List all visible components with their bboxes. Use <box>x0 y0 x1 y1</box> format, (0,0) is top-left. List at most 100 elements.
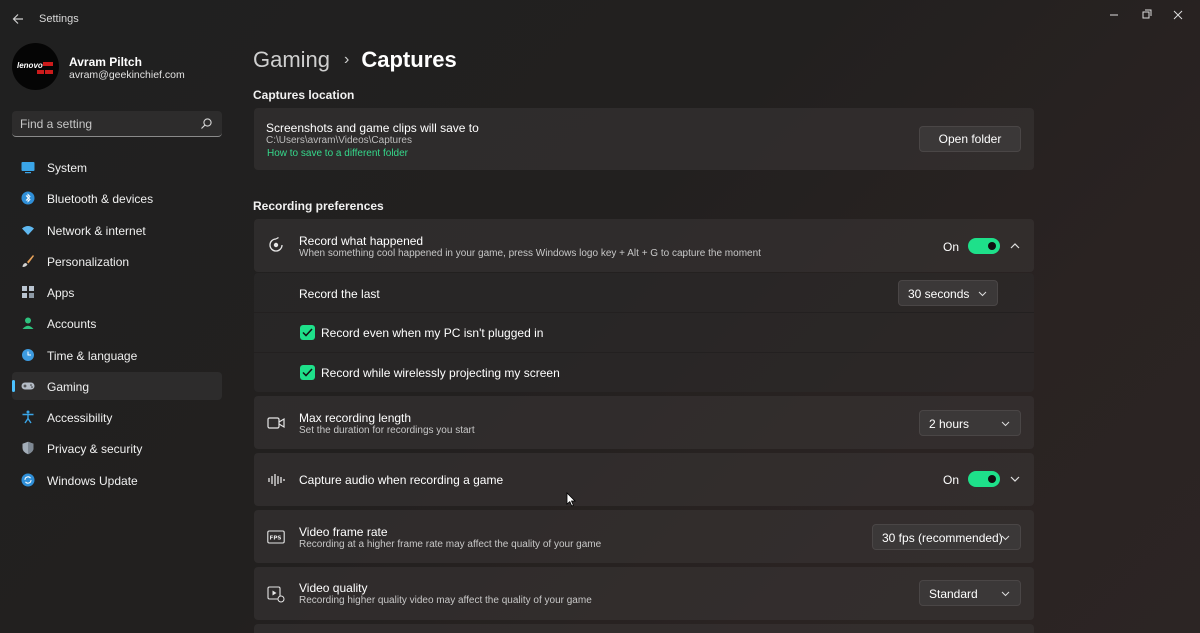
chevron-down-icon <box>1001 591 1010 597</box>
next-setting-row <box>254 624 1034 633</box>
sidebar-item-bluetooth[interactable]: Bluetooth & devices <box>12 184 222 212</box>
record-icon <box>269 236 283 252</box>
toggle-state-label: On <box>943 240 960 254</box>
shield-icon <box>22 442 34 455</box>
breadcrumb: Gaming › Captures <box>253 44 457 76</box>
fps-icon: FPS <box>267 530 285 544</box>
sidebar-item-label: Accessibility <box>47 411 113 426</box>
video-quality-value: Standard <box>929 587 978 601</box>
record-what-happened-row[interactable]: Record what happened When something cool… <box>254 219 1034 272</box>
chevron-down-icon <box>1001 421 1010 427</box>
video-quality-dropdown[interactable]: Standard <box>919 580 1021 606</box>
chevron-down-icon[interactable] <box>1008 472 1022 486</box>
breadcrumb-parent[interactable]: Gaming <box>253 47 330 73</box>
monitor-icon <box>21 162 35 174</box>
sidebar-item-privacy-security[interactable]: Privacy & security <box>12 434 222 462</box>
minimize-button[interactable] <box>1100 4 1128 26</box>
captures-location-heading: Captures location <box>253 88 355 102</box>
change-folder-link[interactable]: How to save to a different folder <box>267 148 408 159</box>
maximize-button[interactable] <box>1132 4 1160 26</box>
svg-text:lenovo: lenovo <box>17 61 43 70</box>
sidebar-item-personalization[interactable]: Personalization <box>12 247 222 275</box>
video-quality-desc: Recording higher quality video may affec… <box>299 595 592 606</box>
chevron-up-icon[interactable] <box>1008 239 1022 253</box>
toggle-state-label: On <box>943 473 960 487</box>
mouse-cursor-icon <box>566 492 576 507</box>
minimize-icon <box>1110 14 1118 16</box>
capture-audio-row[interactable]: Capture audio when recording a game On <box>254 453 1034 506</box>
record-the-last-value: 30 seconds <box>908 287 970 301</box>
divider <box>254 312 1034 313</box>
sidebar-item-time-language[interactable]: Time & language <box>12 341 222 369</box>
record-the-last-dropdown[interactable]: 30 seconds <box>898 280 998 306</box>
video-frame-rate-dropdown[interactable]: 30 fps (recommended) <box>872 524 1021 550</box>
close-button[interactable] <box>1164 4 1192 26</box>
checkmark-icon <box>302 368 313 377</box>
record-projecting-label: Record while wirelessly projecting my sc… <box>321 366 560 380</box>
recording-preferences-heading: Recording preferences <box>253 199 384 213</box>
lenovo-logo: lenovo <box>17 61 53 74</box>
record-unplugged-label: Record even when my PC isn't plugged in <box>321 326 544 340</box>
sidebar-item-system[interactable]: System <box>12 153 222 181</box>
accessibility-icon <box>22 410 34 424</box>
checkmark-icon <box>302 328 313 337</box>
sidebar-item-label: Windows Update <box>47 473 138 488</box>
wifi-icon <box>22 225 34 235</box>
audio-wave-icon <box>268 474 285 486</box>
max-recording-length-row: Max recording length Set the duration fo… <box>254 396 1034 449</box>
max-recording-length-desc: Set the duration for recordings you star… <box>299 425 475 436</box>
capture-audio-toggle[interactable] <box>968 471 1000 487</box>
gamepad-icon <box>21 382 35 390</box>
back-arrow-icon <box>12 14 23 24</box>
update-icon <box>21 473 35 487</box>
record-the-last-label: Record the last <box>299 287 380 301</box>
open-folder-button[interactable]: Open folder <box>919 126 1021 152</box>
sidebar-item-windows-update[interactable]: Windows Update <box>12 466 222 494</box>
user-profile[interactable]: lenovo Avram Piltch avram@geekinchief.co… <box>12 43 222 93</box>
divider <box>254 352 1034 353</box>
record-projecting-checkbox[interactable] <box>300 365 315 380</box>
video-camera-icon <box>267 417 285 429</box>
sidebar-item-accounts[interactable]: Accounts <box>12 309 222 337</box>
video-frame-rate-title: Video frame rate <box>299 525 388 539</box>
sidebar-item-label: Time & language <box>47 348 138 363</box>
max-recording-length-value: 2 hours <box>929 417 970 431</box>
video-frame-rate-desc: Recording at a higher frame rate may aff… <box>299 539 602 550</box>
brush-icon <box>22 254 34 267</box>
sidebar-item-label: Network & internet <box>47 223 146 238</box>
capture-audio-title: Capture audio when recording a game <box>299 473 504 487</box>
captures-path: C:\Users\avram\Videos\Captures <box>266 135 412 146</box>
sidebar-item-apps[interactable]: Apps <box>12 278 222 306</box>
record-what-happened-toggle[interactable] <box>968 238 1000 254</box>
breadcrumb-separator: › <box>344 51 350 68</box>
sidebar-item-label: Apps <box>47 286 75 301</box>
captures-location-title: Screenshots and game clips will save to <box>266 121 479 135</box>
avatar: lenovo <box>12 43 59 90</box>
video-quality-title: Video quality <box>299 581 368 595</box>
person-icon <box>22 317 34 330</box>
search-box[interactable] <box>12 111 222 137</box>
record-what-happened-title: Record what happened <box>299 234 424 248</box>
restore-icon <box>1142 9 1152 19</box>
search-icon[interactable] <box>200 117 213 130</box>
sidebar-item-gaming[interactable]: Gaming <box>12 371 222 400</box>
title-bar: Settings <box>0 0 1200 38</box>
chevron-down-icon <box>1001 535 1010 541</box>
record-what-happened-expanded: Record the last 30 seconds Record even w… <box>254 273 1034 392</box>
app-title: Settings <box>39 13 79 25</box>
sidebar-item-label: Privacy & security <box>47 442 143 457</box>
max-recording-length-dropdown[interactable]: 2 hours <box>919 410 1021 436</box>
close-icon <box>1173 10 1183 20</box>
video-settings-icon <box>267 586 285 603</box>
search-input[interactable] <box>20 115 190 133</box>
sidebar-item-network[interactable]: Network & internet <box>12 216 222 244</box>
sidebar-nav: System Bluetooth & devices Network & int… <box>12 153 222 497</box>
sidebar-item-accessibility[interactable]: Accessibility <box>12 403 222 431</box>
video-frame-rate-row: FPS Video frame rate Recording at a high… <box>254 510 1034 563</box>
sidebar-item-label: Accounts <box>47 317 97 332</box>
back-button[interactable] <box>8 8 30 30</box>
apps-icon <box>22 286 34 299</box>
user-email: avram@geekinchief.com <box>69 69 185 81</box>
record-unplugged-checkbox[interactable] <box>300 325 315 340</box>
sidebar-item-label: Bluetooth & devices <box>47 192 154 207</box>
